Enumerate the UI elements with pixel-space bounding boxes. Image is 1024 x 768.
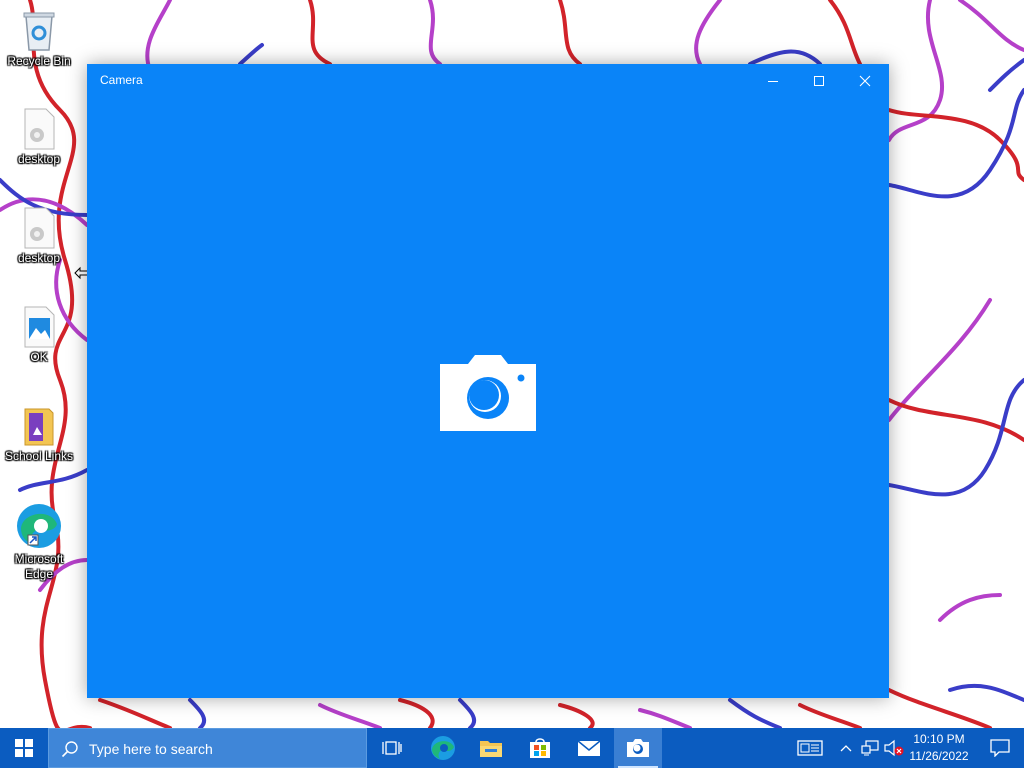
task-view-icon: [382, 741, 402, 755]
recycle-bin-icon: [23, 12, 55, 51]
desktop-icon-recycle-bin[interactable]: Recycle Bin: [1, 8, 77, 69]
desktop-icon-label: Microsoft Edge: [14, 552, 64, 581]
task-view-button[interactable]: [368, 728, 416, 768]
mail-icon: [577, 740, 601, 756]
desktop-icon-label: School Links: [4, 449, 74, 463]
minimize-button[interactable]: [750, 64, 796, 97]
minimize-icon: [768, 80, 778, 82]
settings-file-icon: [24, 108, 55, 150]
desktop-icon-label: desktop: [17, 251, 61, 265]
clock-time: 10:10 PM: [913, 732, 965, 746]
edge-icon: [431, 736, 455, 760]
taskbar-search-box[interactable]: Type here to search: [48, 728, 367, 768]
desktop-icon-school-links[interactable]: School Links: [1, 405, 77, 464]
file-explorer-icon: [480, 741, 502, 757]
image-file-icon: [24, 306, 55, 348]
start-button[interactable]: [0, 728, 48, 768]
taskbar: Type here to search 10:10 PM 11/26/2022: [0, 728, 1024, 768]
news-and-interests-button[interactable]: [786, 728, 834, 768]
desktop-icon-ok[interactable]: OK: [1, 306, 77, 365]
desktop-icon-label: desktop: [17, 152, 61, 166]
action-center-button[interactable]: [976, 728, 1024, 768]
desktop-icon-label: Recycle Bin: [7, 54, 71, 68]
desktop-icon-microsoft-edge[interactable]: Microsoft Edge: [1, 502, 77, 582]
maximize-icon: [814, 75, 824, 86]
notification-icon: [990, 739, 1010, 757]
clock-date: 11/26/2022: [909, 749, 969, 763]
taskbar-camera-button[interactable]: [614, 728, 662, 768]
search-icon: [61, 741, 78, 758]
desktop-icon-desktop-2[interactable]: desktop: [1, 207, 77, 266]
settings-file-icon: [24, 207, 55, 249]
camera-icon: [627, 739, 649, 757]
window-title: Camera: [100, 73, 143, 87]
taskbar-mail-button[interactable]: [565, 728, 613, 768]
taskbar-clock[interactable]: 10:10 PM 11/26/2022: [905, 731, 973, 765]
camera-window[interactable]: Camera: [87, 64, 889, 698]
network-button[interactable]: [858, 728, 882, 768]
folder-shortcut-icon: [24, 408, 54, 446]
windows-logo-icon: [15, 739, 33, 757]
news-icon: [797, 740, 823, 756]
network-icon: [861, 740, 879, 756]
search-placeholder: Type here to search: [89, 741, 213, 757]
show-hidden-icons-button[interactable]: [834, 728, 858, 768]
store-icon: [530, 738, 550, 758]
close-button[interactable]: [842, 64, 888, 97]
chevron-up-icon: [840, 745, 852, 752]
desktop-icon-desktop-1[interactable]: desktop: [1, 108, 77, 167]
maximize-button[interactable]: [796, 64, 842, 97]
close-icon: [859, 75, 871, 86]
taskbar-file-explorer-button[interactable]: [467, 728, 515, 768]
volume-button[interactable]: [882, 728, 906, 768]
volume-muted-icon: [884, 739, 904, 757]
taskbar-edge-button[interactable]: [419, 728, 467, 768]
desktop-icon-label: OK: [30, 350, 48, 364]
camera-icon: [440, 355, 536, 431]
taskbar-store-button[interactable]: [516, 728, 564, 768]
edge-icon: [17, 504, 61, 548]
